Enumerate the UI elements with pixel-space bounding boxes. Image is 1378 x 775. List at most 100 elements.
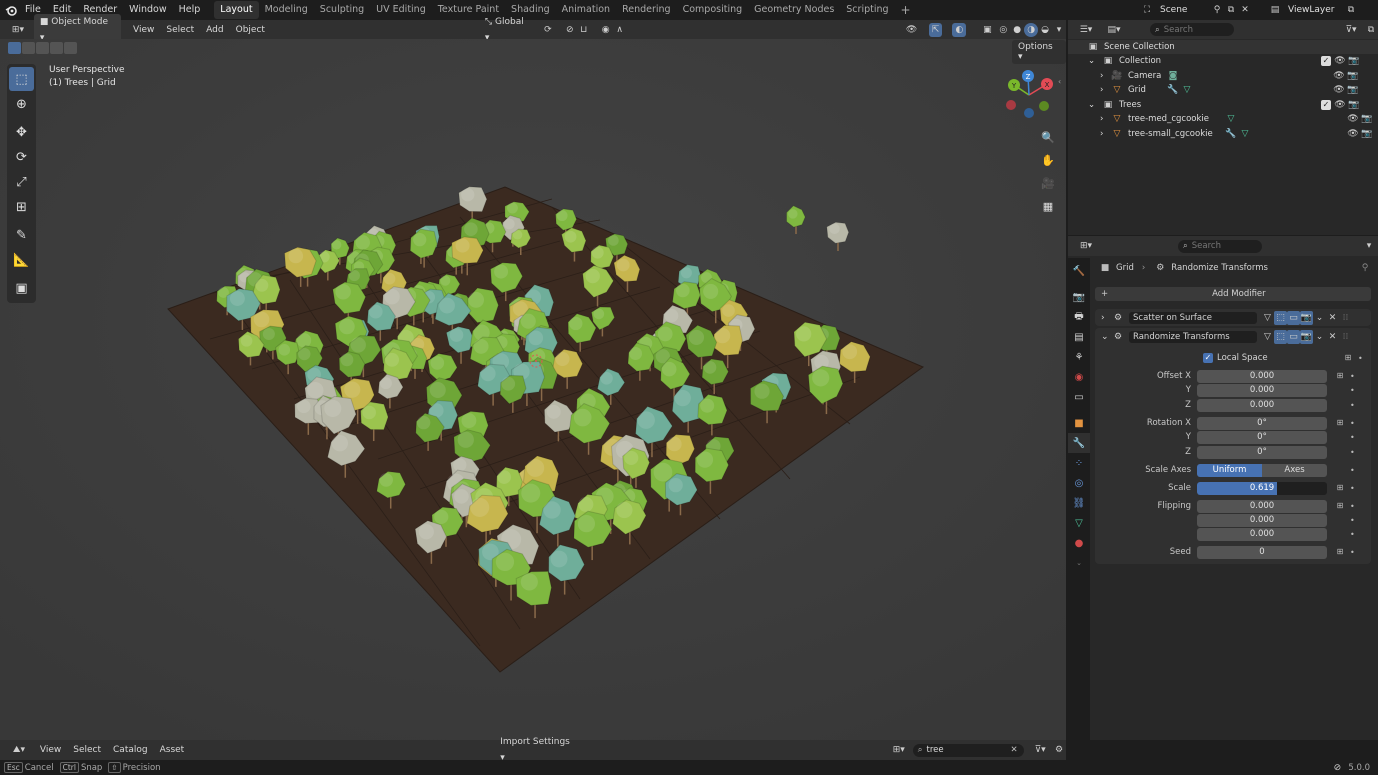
snap-icon[interactable]: ⊘ xyxy=(563,23,577,37)
menu-help[interactable]: Help xyxy=(173,0,207,20)
pin-icon[interactable]: ⚲ xyxy=(1210,3,1224,17)
drag-handle-icon[interactable]: ⁞⁞ xyxy=(1339,330,1352,344)
scene-name[interactable]: Scene xyxy=(1154,5,1210,15)
outliner-row-scene-collection[interactable]: ▣ Scene Collection xyxy=(1068,40,1378,54)
menu-add[interactable]: Add xyxy=(200,22,229,38)
falloff-icon[interactable]: ∧ xyxy=(613,23,627,37)
menu-object[interactable]: Object xyxy=(230,22,271,38)
pivot-icon[interactable]: ⟳ xyxy=(541,23,555,37)
local-space-checkbox[interactable]: ✓ xyxy=(1203,353,1213,363)
properties-search[interactable]: ⌕ Search xyxy=(1178,239,1262,253)
expand-chevron-icon[interactable]: ⌄ xyxy=(1088,56,1098,66)
add-cube-tool[interactable]: ▣ xyxy=(9,276,34,300)
outliner-row-trees[interactable]: ⌄ ▣ Trees ✓ 👁 📷 xyxy=(1068,98,1378,112)
expand-chevron-icon[interactable]: ⌄ xyxy=(1088,100,1098,110)
transform-tool[interactable]: ⊞ xyxy=(9,195,34,219)
collapse-chevron-icon[interactable]: › xyxy=(1100,114,1110,124)
properties-editor-type-icon[interactable]: ⊞▾ xyxy=(1076,239,1096,253)
animate-dot-icon[interactable]: • xyxy=(1350,516,1355,525)
animate-dot-icon[interactable]: • xyxy=(1350,448,1355,457)
scale-axes-axes-button[interactable]: Axes xyxy=(1262,463,1327,477)
tab-animation[interactable]: Animation xyxy=(556,1,616,19)
asset-menu-catalog[interactable]: Catalog xyxy=(107,742,154,758)
collapse-chevron-icon[interactable]: › xyxy=(1100,85,1110,95)
object-tab-icon[interactable]: ■ xyxy=(1068,413,1090,433)
visibility-icon[interactable]: 👁 xyxy=(905,23,919,37)
world-tab-icon[interactable]: ◉ xyxy=(1068,367,1090,387)
modifier-name-field[interactable]: Scatter on Surface xyxy=(1129,311,1257,324)
render-camera-icon[interactable]: 📷 xyxy=(1347,98,1361,112)
snap-target-icon[interactable]: ⊔ xyxy=(577,23,591,37)
animate-dot-icon[interactable]: • xyxy=(1350,419,1355,428)
animate-dot-icon[interactable]: • xyxy=(1350,401,1355,410)
rendered-shading-icon[interactable]: ◒ xyxy=(1038,23,1052,37)
menu-select[interactable]: Select xyxy=(160,22,200,38)
blender-logo-icon[interactable] xyxy=(3,3,19,17)
cursor-tool[interactable]: ⊕ xyxy=(9,92,34,116)
tab-modeling[interactable]: Modeling xyxy=(259,1,314,19)
rotation-y-field[interactable]: 0° xyxy=(1197,430,1327,444)
offset-z-field[interactable]: 0.000 xyxy=(1197,398,1327,412)
keyframe-icon[interactable]: ⊞ xyxy=(1335,501,1345,511)
scale-tool[interactable]: ⤢ xyxy=(9,170,34,194)
material-shading-icon[interactable]: ◑ xyxy=(1024,22,1039,37)
gizmo-icon[interactable]: ⇱ xyxy=(928,22,943,37)
outliner-row-collection[interactable]: ⌄ ▣ Collection ✓ 👁 📷 xyxy=(1068,54,1378,68)
select-box-tool[interactable]: ⬚ xyxy=(9,67,34,91)
tool-tab-icon[interactable]: 🔨 xyxy=(1068,261,1090,281)
tab-layout[interactable]: Layout xyxy=(214,1,259,19)
pin-icon[interactable]: ⚲ xyxy=(1358,261,1372,275)
select-new-icon[interactable] xyxy=(8,42,21,54)
flipping-y-field[interactable]: 0.000 xyxy=(1197,513,1327,527)
modifier-tab-icon[interactable]: 🔧 xyxy=(1068,433,1090,453)
view-layer-tab-icon[interactable]: ▤ xyxy=(1068,327,1090,347)
delete-scene-icon[interactable]: ✕ xyxy=(1238,3,1252,17)
navigation-gizmo[interactable]: X Y Z xyxy=(1001,67,1057,123)
eye-icon[interactable]: 👁 xyxy=(1332,83,1346,97)
asset-search-input[interactable]: ⌕ tree ✕ xyxy=(912,743,1025,757)
view-layer-selector[interactable]: ▤ ViewLayer ⧉ xyxy=(1268,2,1358,18)
editor-type-icon[interactable]: ⊞▾ xyxy=(8,23,28,37)
solid-shading-icon[interactable]: ● xyxy=(1010,23,1024,37)
offset-x-field[interactable]: 0.000 xyxy=(1197,369,1327,383)
collapse-chevron-icon[interactable]: › xyxy=(1100,71,1110,81)
eye-icon[interactable]: 👁 xyxy=(1333,54,1347,68)
asset-settings-icon[interactable]: ⚙ xyxy=(1052,743,1066,757)
scene-tab-icon[interactable]: ⚘ xyxy=(1068,347,1090,367)
viewport-toggle-icon[interactable]: ▭ xyxy=(1287,310,1300,325)
select-subtract-icon[interactable] xyxy=(36,42,49,54)
rotation-z-field[interactable]: 0° xyxy=(1197,445,1327,459)
expand-chevron-icon[interactable]: ⌄ xyxy=(1101,332,1111,342)
cage-toggle-icon[interactable]: ⬚ xyxy=(1274,329,1287,344)
pan-hand-icon[interactable]: ✋ xyxy=(1038,150,1058,170)
render-camera-icon[interactable]: 📷 xyxy=(1360,127,1374,141)
render-toggle-icon[interactable]: 📷 xyxy=(1300,310,1313,325)
modifier-scatter-on-surface[interactable]: › ⚙ Scatter on Surface ▽ ⬚ ▭ 📷 ⌄ ✕ ⁞⁞ xyxy=(1095,309,1371,326)
overlay-icon[interactable]: ◐ xyxy=(952,22,967,37)
select-invert-icon[interactable] xyxy=(50,42,63,54)
viewport-toggle-icon[interactable]: ▭ xyxy=(1287,329,1300,344)
wireframe-shading-icon[interactable]: ◎ xyxy=(996,23,1010,37)
modifier-menu-icon[interactable]: ⌄ xyxy=(1313,330,1326,344)
delete-modifier-icon[interactable]: ✕ xyxy=(1326,311,1339,325)
outliner-row-camera[interactable]: › 🎥 Camera ◙ 👁 📷 xyxy=(1068,69,1378,83)
animate-dot-icon[interactable]: • xyxy=(1350,502,1355,511)
eye-icon[interactable]: 👁 xyxy=(1346,112,1360,126)
asset-editor-type-icon[interactable]: ⛰▾ xyxy=(8,743,30,757)
asset-menu-asset[interactable]: Asset xyxy=(154,742,191,758)
new-scene-icon[interactable]: ⧉ xyxy=(1224,3,1238,17)
view-layer-name[interactable]: ViewLayer xyxy=(1282,5,1344,15)
display-size-icon[interactable]: ⊞▾ xyxy=(889,743,909,757)
new-view-layer-icon[interactable]: ⧉ xyxy=(1344,3,1358,17)
flipping-x-field[interactable]: 0.000 xyxy=(1197,499,1327,513)
modifier-name-field[interactable]: Randomize Transforms xyxy=(1129,330,1257,343)
add-workspace-icon[interactable]: + xyxy=(895,1,917,19)
rotation-x-field[interactable]: 0° xyxy=(1197,416,1327,430)
shading-options-icon[interactable]: ▾ xyxy=(1052,23,1066,37)
display-mode-icon[interactable]: ▤▾ xyxy=(1104,23,1124,37)
properties-options-icon[interactable]: ▾ xyxy=(1362,239,1376,253)
move-tool[interactable]: ✥ xyxy=(9,120,34,144)
proportional-edit-icon[interactable]: ◉ xyxy=(599,23,613,37)
menu-view[interactable]: View xyxy=(127,22,160,38)
output-tab-icon[interactable]: 🖶 xyxy=(1068,307,1090,327)
